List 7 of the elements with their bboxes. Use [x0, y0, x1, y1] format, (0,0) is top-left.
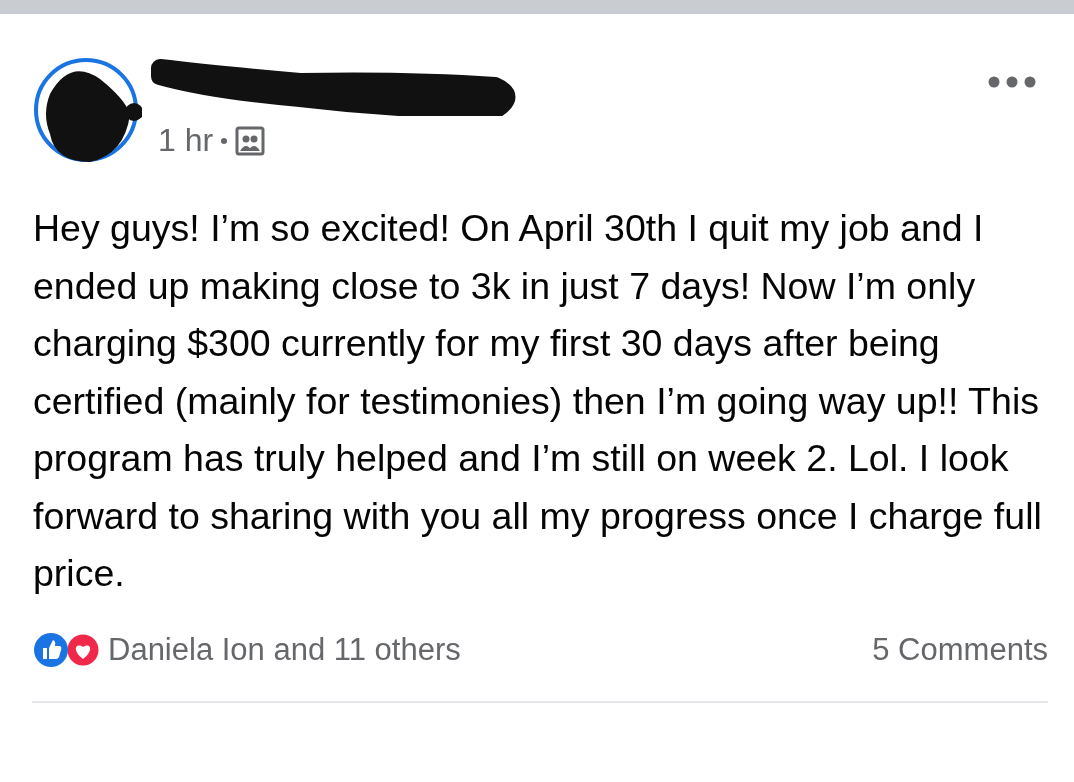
post-time[interactable]: 1 hr — [158, 122, 214, 159]
post-text: Hey guys! I’m so excited! On April 30th I quit my job and I ended up making close to 3k in just 7 days! Now I’m only charging $300 currently for my first 30 days after being certified (mainly for testimonies) then I’m going way up!! This program has truly helped and I’m still on week 2. Lol. I look forward to sharing with you all my progress once I charge full price. — [33, 206, 1043, 596]
separator-dot-icon — [221, 137, 228, 144]
group-audience-icon — [235, 125, 266, 156]
comments-count[interactable]: 5 Comments — [872, 631, 1048, 668]
reactions-summary[interactable]: Daniela Ion and 11 others — [108, 631, 873, 668]
more-options-icon[interactable] — [988, 76, 1036, 88]
